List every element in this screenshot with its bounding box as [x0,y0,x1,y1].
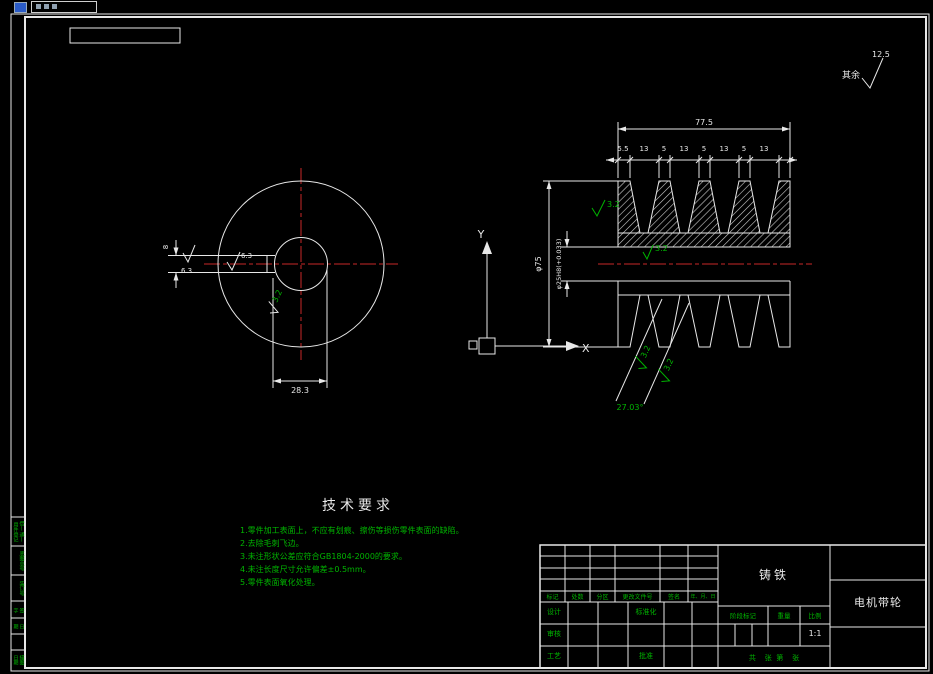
toolbar-button-icon[interactable] [44,4,49,9]
chain-dim: 13 [680,145,689,153]
tb-rev-mark: 标记 [546,594,559,601]
ucs-origin-box [478,337,496,355]
dim-bore-dia: φ25H8(+0.033) [555,239,563,290]
side-cell: 借(通)用件登记 [12,521,25,543]
tb-sheet-counter: 共 张 第 张 [748,654,800,662]
chain-dim: 5 [662,145,666,153]
roughness-groove-group: 3.2 [658,357,676,383]
tech-item: 2.去除毛刺飞边。 [240,539,304,548]
angle-leader [615,298,663,402]
tb-rev-date: 年、月、日 [690,594,716,600]
tech-title: 技术要求 [322,498,394,514]
dim-outer-dia: φ75 [534,256,543,271]
chain-dim: 13 [720,145,729,153]
roughness-groove-group: 3.2 [635,344,653,370]
remark-label: 其余 [842,69,860,81]
tb-rev-doc: 更改文件号 [622,594,653,601]
tech-item: 5.零件表面氧化处理。 [240,578,320,587]
tb-standard: 标准化 [635,608,657,616]
surface-roughness-icon [861,57,884,89]
tb-scale-value: 1:1 [808,629,822,638]
side-cell: 签 字 [12,607,25,613]
cad-app-icon[interactable] [14,2,27,13]
tech-item: 3.未注形状公差应符合GB1804-2000的要求。 [240,552,407,561]
tb-approve: 批准 [639,652,653,660]
roughness-face-group: 3.2 [268,288,284,314]
tb-part-name: 电机带轮 [854,596,902,609]
roughness-value: 6.3 [241,252,252,260]
chain-dim: 5 [702,145,706,153]
dim-keyway-width: 8 [162,245,170,249]
tech-item: 4.未注长度尺寸允许偏差±0.5mm。 [240,565,371,574]
surface-roughness-icon [226,251,241,272]
centerlines[interactable] [204,168,812,360]
tb-rev-zone: 分区 [596,594,609,601]
docked-toolbar[interactable] [31,1,97,13]
roughness-value: 3.2 [655,244,668,253]
ucs-x-label: X [582,342,590,355]
tb-rev-sign: 签名 [667,594,680,601]
side-cell: 底图总号 [18,551,25,571]
general-roughness-remark[interactable]: 12.5 其余 [842,50,890,89]
side-cell: 日 期 [12,624,25,629]
section-top-profile [617,180,791,248]
toolbar-button-icon[interactable] [52,4,57,9]
toolbar-button-icon[interactable] [36,4,41,9]
ucs-origin-box-small [468,340,478,350]
front-view[interactable]: 8 28.3 6.3 6.3 3.2 [162,180,385,395]
remark-value: 12.5 [872,50,890,59]
roughness-value: 6.3 [181,267,192,275]
tb-material: 铸铁 [758,568,789,582]
roughness-value: 3.2 [607,200,620,209]
tb-stage-mark: 阶段标记 [730,612,756,620]
dim-keyway-depth: 28.3 [291,386,309,395]
side-cell: 装订号 [18,581,25,596]
tb-weight: 重量 [777,612,791,620]
zone-box [69,27,181,44]
tb-design: 设计 [547,608,561,616]
side-cell: 描图 日期 [12,654,25,665]
tb-rev-count: 处数 [571,594,584,601]
groove-angle-value: 27.03° [617,403,644,412]
surface-roughness-icon [591,199,606,218]
top-toolbar [0,0,933,13]
tb-process: 工艺 [547,652,561,660]
tb-audit: 审核 [547,630,561,638]
chain-dim: 13 [640,145,649,153]
chain-dim: 5.5 [617,145,628,153]
angle-leader [643,302,690,405]
roughness-left-group: 3.2 [591,199,620,218]
ucs-y-label: Y [477,228,485,241]
cad-workspace[interactable]: 8 28.3 6.3 6.3 3.2 77.5 5.5 13 5 13 5 13… [0,0,933,674]
ucs-y-arrow [482,241,492,254]
chain-dim: 5 [742,145,746,153]
tech-requirements[interactable]: 技术要求 1.零件加工表面上，不应有划痕、擦伤等损伤零件表面的缺陷。 2.去除毛… [240,495,476,589]
section-bottom-profile [617,281,791,348]
ucs-x-arrow [566,341,579,351]
dim-overall: 77.5 [695,118,713,127]
section-view[interactable]: 77.5 5.5 13 5 13 5 13 5 13 φ75 φ25H8(+0.… [534,118,797,412]
tech-item: 1.零件加工表面上，不应有划痕、擦伤等损伤零件表面的缺陷。 [240,526,464,535]
tb-scale-label: 比例 [808,612,822,620]
chain-dim: 13 [760,145,769,153]
surface-roughness-icon [182,244,196,264]
